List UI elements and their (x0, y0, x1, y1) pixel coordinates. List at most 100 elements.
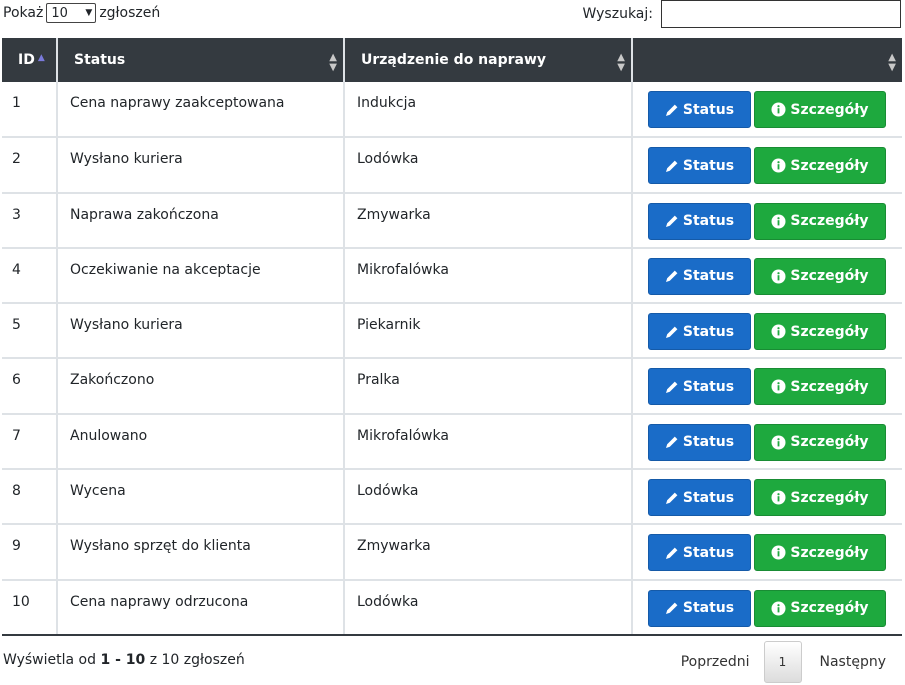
column-header-id[interactable]: ID ▲ (2, 38, 58, 82)
cell-actions: Status Szczegóły (632, 137, 902, 194)
cell-id: 4 (2, 247, 58, 305)
info-of: z (149, 652, 158, 668)
status-button[interactable]: Status (648, 534, 751, 572)
status-button-label: Status (682, 489, 735, 506)
table-body: 1 Cena naprawy zaakceptowana Indukcja Statu… (2, 82, 902, 636)
info-circle-icon (771, 490, 786, 505)
cell-id: 8 (2, 469, 58, 526)
column-header-actions[interactable]: ▲ ▼ (632, 38, 902, 82)
status-button[interactable]: Status (648, 479, 751, 517)
table-row: 4 Oczekiwanie na akceptacje Mikrofalówka St… (2, 247, 902, 305)
cell-id: 9 (2, 524, 58, 581)
table-row: 10 Cena naprawy odrzucona Lodówka Status Szc… (2, 579, 902, 636)
cell-device: Lodówka (344, 469, 633, 526)
table-row: 2 Wysłano kuriera Lodówka Status Szczegóły (2, 137, 902, 194)
details-button-label: Szczegóły (790, 323, 869, 340)
sort-ascending-icon: ▲ (37, 53, 45, 63)
table-row: 5 Wysłano kuriera Piekarnik Status Szczegóły (2, 303, 902, 360)
table-controls: Pokaż 10 ▼ zgłoszeń Wyszukaj: (0, 0, 905, 30)
cell-id: 2 (2, 137, 58, 194)
status-button-label: Status (682, 544, 735, 561)
details-button[interactable]: Szczegóły (754, 147, 886, 185)
details-button[interactable]: Szczegóły (754, 313, 886, 351)
sort-arrows-icon: ▲ ▼ (888, 52, 896, 73)
cell-id: 5 (2, 303, 58, 360)
table-row: 1 Cena naprawy zaakceptowana Indukcja Statu… (2, 82, 902, 139)
info-circle-icon (771, 601, 786, 616)
pen-icon (665, 269, 679, 283)
status-button[interactable]: Status (648, 313, 751, 351)
cell-id: 6 (2, 358, 58, 415)
details-button-label: Szczegóły (790, 600, 869, 617)
details-button[interactable]: Szczegóły (754, 257, 886, 295)
info-circle-icon (771, 435, 786, 450)
page-1-button[interactable]: 1 (763, 641, 802, 683)
next-page-button[interactable]: Następny (820, 654, 887, 670)
details-button-label: Szczegóły (790, 489, 869, 506)
cell-actions: Status Szczegóły (632, 192, 902, 249)
cell-device: Mikrofalówka (344, 247, 633, 305)
info-total: 10 (161, 652, 180, 668)
details-button[interactable]: Szczegóły (754, 368, 886, 406)
status-button-label: Status (682, 378, 735, 395)
cell-device: Lodówka (344, 579, 633, 636)
status-button[interactable]: Status (648, 589, 751, 627)
search-label: Wyszukaj: (582, 6, 653, 22)
pen-icon (665, 546, 679, 560)
details-button-label: Szczegóły (790, 434, 869, 451)
search-input[interactable] (661, 0, 901, 28)
pen-icon (665, 325, 679, 339)
info-suffix: zgłoszeń (183, 652, 245, 668)
cell-actions: Status Szczegóły (632, 524, 902, 581)
cell-device: Pralka (344, 358, 633, 415)
cell-id: 1 (2, 82, 58, 139)
details-button-label: Szczegóły (790, 378, 869, 395)
details-button[interactable]: Szczegóły (754, 589, 886, 627)
sort-arrows-icon: ▲ ▼ (617, 52, 625, 73)
page-length-control: Pokaż 10 ▼ zgłoszeń (3, 3, 160, 23)
info-circle-icon (771, 158, 786, 173)
status-button[interactable]: Status (648, 423, 751, 461)
table-row: 6 Zakończono Pralka Status Szczegóły (2, 358, 902, 415)
cell-status: Wycena (57, 469, 345, 526)
info-circle-icon (771, 545, 786, 560)
entries-label: zgłoszeń (99, 5, 161, 21)
info-circle-icon (771, 379, 786, 394)
status-button[interactable]: Status (648, 368, 751, 406)
previous-page-button[interactable]: Poprzedni (681, 654, 750, 670)
status-button-label: Status (682, 600, 735, 617)
details-button[interactable]: Szczegóły (754, 423, 886, 461)
table-row: 3 Naprawa zakończona Zmywarka Status Szczegó… (2, 192, 902, 249)
info-prefix: Wyświetla od (3, 652, 96, 668)
details-button-label: Szczegóły (790, 157, 869, 174)
cell-status: Naprawa zakończona (57, 192, 345, 249)
cell-status: Wysłano kuriera (57, 303, 345, 360)
cell-device: Zmywarka (344, 524, 633, 581)
page-size-select[interactable]: 10 ▼ (46, 3, 97, 23)
status-button[interactable]: Status (648, 257, 751, 295)
cell-id: 7 (2, 413, 58, 471)
table-header-row: ID ▲ Status ▲ ▼ Urządzenie do naprawy ▲ ▼ ▲… (2, 38, 902, 82)
details-button[interactable]: Szczegóły (754, 91, 886, 128)
cell-device: Indukcja (344, 82, 633, 139)
cell-actions: Status Szczegóły (632, 82, 902, 139)
status-button[interactable]: Status (648, 202, 751, 240)
table-row: 9 Wysłano sprzęt do klienta Zmywarka Status… (2, 524, 902, 581)
details-button[interactable]: Szczegóły (754, 534, 886, 572)
cell-device: Lodówka (344, 137, 633, 194)
details-button[interactable]: Szczegóły (754, 479, 886, 517)
cell-status: Cena naprawy odrzucona (57, 579, 345, 636)
cell-status: Zakończono (57, 358, 345, 415)
status-button[interactable]: Status (648, 147, 751, 185)
cell-actions: Status Szczegóły (632, 358, 902, 415)
cell-device: Zmywarka (344, 192, 633, 249)
chevron-down-icon: ▼ (85, 8, 93, 18)
column-header-device[interactable]: Urządzenie do naprawy ▲ ▼ (344, 38, 633, 82)
column-header-status[interactable]: Status ▲ ▼ (57, 38, 345, 82)
pen-icon (665, 159, 679, 173)
details-button[interactable]: Szczegóły (754, 202, 886, 240)
pen-icon (665, 491, 679, 505)
status-button[interactable]: Status (648, 91, 751, 128)
column-header-device-label: Urządzenie do naprawy (361, 52, 547, 68)
pen-icon (665, 435, 679, 449)
